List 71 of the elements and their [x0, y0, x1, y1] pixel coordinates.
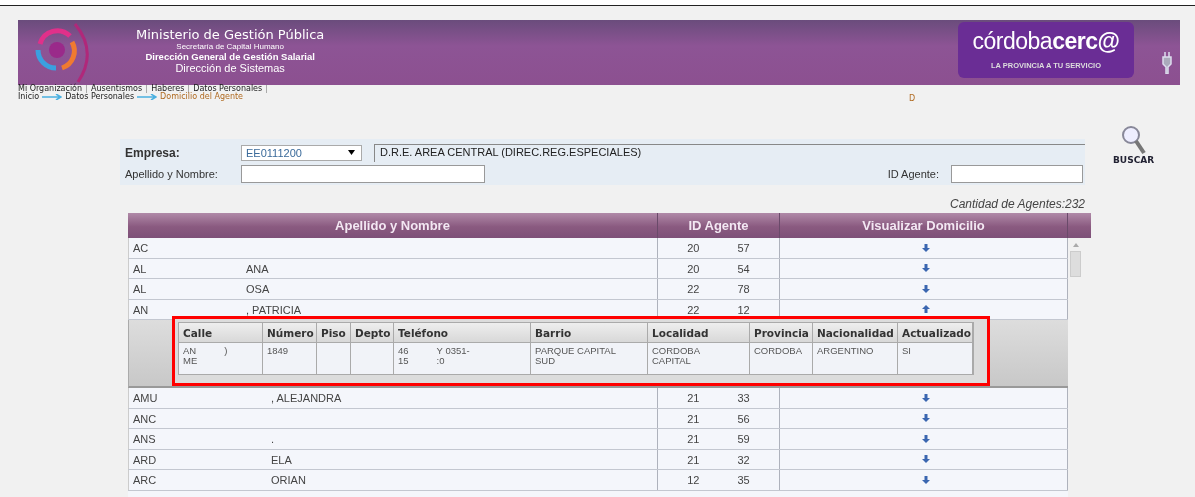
expand-arrow-icon[interactable] [921, 305, 930, 314]
column-header: Actualizado [898, 323, 973, 343]
systems-text: Dirección de Sistemas [174, 62, 286, 74]
expand-arrow-icon[interactable] [921, 414, 930, 423]
column-header: Localidad [648, 323, 750, 343]
name-input[interactable] [241, 164, 485, 183]
table-cell: ARGENTINO [813, 343, 898, 374]
nav-link[interactable]: Mi Organización [18, 85, 88, 93]
breadcrumb-link[interactable]: Datos Personales [65, 93, 135, 101]
expand-arrow-icon[interactable] [921, 475, 930, 484]
table-cell: 21 59 [658, 429, 780, 449]
company-description: D.R.E. AREA CENTRAL (DIREC.REG.ESPECIALES) [374, 143, 1085, 162]
column-header: Número [263, 323, 317, 343]
column-header: Nacionalidad [813, 323, 898, 343]
secretariat-text: Secretaría de Capital Humano [175, 42, 285, 51]
breadcrumb-link[interactable]: Inicio [18, 93, 40, 101]
column-header: Teléfono [394, 323, 531, 343]
arrow-icon [42, 94, 63, 100]
dropdown-caret-icon [348, 150, 355, 155]
agent-count: Cantidad de Agentes:232 [949, 197, 1085, 211]
table-cell: AMU , ALEJANDRA [128, 388, 658, 408]
table-cell: CORDOBA [750, 343, 813, 374]
expand-arrow-icon[interactable] [921, 243, 930, 252]
table-cell: PARQUE CAPITAL SUD [531, 343, 648, 374]
column-header: Depto [351, 323, 394, 343]
table-cell: ANC [128, 408, 658, 428]
table-cell: ARC ORIAN [128, 470, 658, 490]
expand-arrow-icon[interactable] [921, 264, 930, 273]
search-icon [1120, 125, 1147, 155]
table-cell: 46 Y 0351- 15 :0 [394, 343, 531, 374]
company-select[interactable]: EE0111200 [241, 144, 362, 161]
ministry-title: Ministerio de Gestión Pública [136, 27, 325, 42]
table-cell: ANS . [128, 429, 658, 449]
table-cell: AL ANA [128, 258, 658, 278]
column-header: Barrio [531, 323, 648, 343]
name-label: Apellido y Nombre: [125, 167, 219, 180]
agent-id-label: ID Agente: [887, 167, 939, 180]
table-cell: 20 54 [658, 258, 780, 278]
brand-text: córdobacerc@ [972, 28, 1120, 54]
table-cell: 20 57 [658, 238, 780, 258]
expand-arrow-icon[interactable] [921, 284, 930, 293]
table-cell: 21 56 [658, 408, 780, 428]
company-label: Empresa: [125, 145, 181, 160]
breadcrumb-link[interactable]: Domicilio del Agente [160, 93, 244, 101]
expand-arrow-icon[interactable] [921, 434, 930, 443]
search-button[interactable]: BUSCAR [1113, 125, 1155, 175]
table-cell: SI [898, 343, 973, 374]
table-cell: AL OSA [128, 279, 658, 299]
nav-link[interactable]: Datos Personales [189, 85, 268, 93]
scroll-thumb[interactable] [1070, 251, 1081, 277]
nav-link[interactable]: Ausentismos [87, 85, 148, 93]
agent-id-input[interactable] [951, 164, 1083, 183]
table-cell: 12 35 [658, 470, 780, 490]
table-cell: AC [128, 238, 658, 258]
arrow-icon [137, 94, 158, 100]
column-header: Calle [179, 323, 263, 343]
table-cell: 22 78 [658, 279, 780, 299]
column-header: Piso [317, 323, 351, 343]
table-cell: 21 32 [658, 449, 780, 469]
user-label: D [909, 95, 916, 103]
expand-arrow-icon[interactable] [921, 393, 930, 402]
table-cell: 1849 [263, 343, 317, 374]
table-cell: CORDOBA CAPITAL [648, 343, 750, 374]
expand-arrow-icon[interactable] [921, 455, 930, 464]
direction-text: Dirección General de Gestión Salarial [144, 51, 316, 62]
column-header: Provincia [750, 323, 813, 343]
plug-icon[interactable] [1162, 52, 1172, 74]
table-cell: AN ) ME [179, 343, 263, 374]
nav-link[interactable]: Haberes [147, 85, 190, 93]
table-cell: ARD ELA [128, 449, 658, 469]
table-cell: 21 33 [658, 388, 780, 408]
